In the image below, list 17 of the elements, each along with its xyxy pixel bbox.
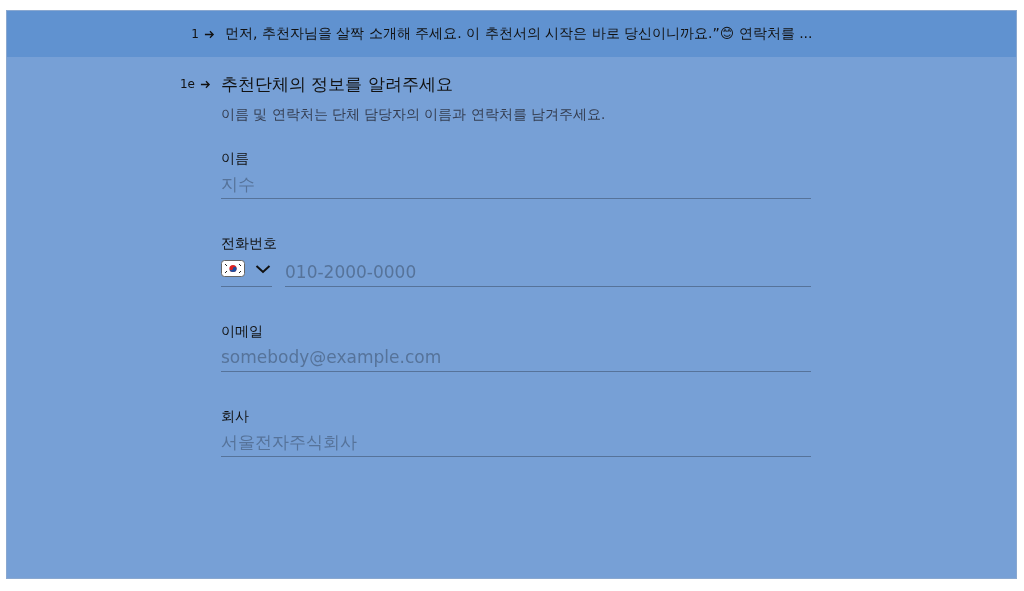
question-text: 먼저, 추천자님을 살짝 소개해 주세요. 이 추천서의 시작은 바로 당신이니까요.”😊 연락처를 ...	[225, 25, 813, 43]
question-description: 이름 및 연락처는 단체 담당자의 이름과 연락처를 남겨주세요.	[221, 106, 607, 124]
question-number: 1	[190, 27, 199, 41]
chevron-down-icon	[255, 263, 271, 274]
text-input[interactable]: 지수	[221, 168, 811, 199]
field-label: 전화번호	[221, 235, 278, 253]
text-input[interactable]: 서울전자주식회사	[221, 426, 811, 457]
flag-icon	[221, 260, 245, 277]
phone-input[interactable]: 010-2000-0000	[285, 256, 811, 287]
question-title: 추천단체의 정보를 알려주세요	[221, 73, 454, 96]
question-number: 1e	[178, 77, 195, 91]
field-label: 이메일	[221, 323, 264, 341]
field-label: 이름	[221, 150, 250, 168]
field-label: 회사	[221, 408, 250, 426]
arrow-icon	[200, 79, 211, 90]
text-input[interactable]: somebody@example.com	[221, 341, 811, 372]
arrow-icon	[204, 28, 215, 40]
